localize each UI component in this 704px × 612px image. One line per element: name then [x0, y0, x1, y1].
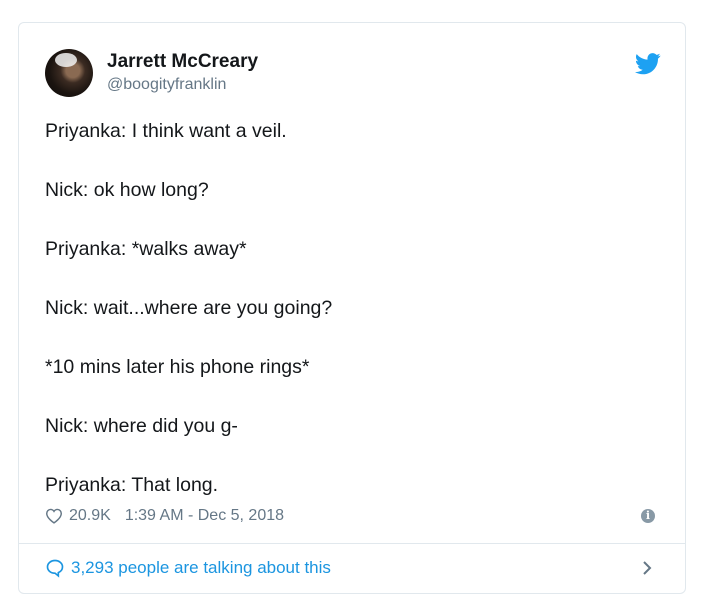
tweet-line: Nick: ok how long? — [45, 179, 209, 201]
chevron-right-icon[interactable] — [641, 559, 653, 577]
user-handle[interactable]: @boogityfranklin — [107, 75, 258, 95]
info-icon[interactable]: i — [641, 509, 655, 523]
tweet-line: Nick: where did you g- — [45, 415, 238, 437]
display-name[interactable]: Jarrett McCreary — [107, 51, 258, 73]
tweet-line: Nick: wait...where are you going? — [45, 297, 333, 319]
conversation-link[interactable]: 3,293 people are talking about this — [45, 555, 659, 581]
tweet-line: Priyanka: I think want a veil. — [45, 120, 287, 142]
tweet-line: Priyanka: That long. — [45, 474, 219, 496]
tweet-text: Priyanka: I think want a veil. Nick: ok … — [45, 119, 655, 497]
conversation-count[interactable]: 3,293 people are talking about this — [71, 558, 331, 578]
tweet-header: Jarrett McCreary @boogityfranklin — [45, 49, 258, 97]
avatar[interactable] — [45, 49, 93, 97]
divider — [19, 543, 685, 544]
tweet-line: *10 mins later his phone rings* — [45, 356, 310, 378]
tweet-meta: 20.9K 1:39 AM - Dec 5, 2018 — [45, 507, 284, 525]
speech-bubble-icon — [46, 559, 64, 578]
author-names: Jarrett McCreary @boogityfranklin — [107, 51, 258, 95]
tweet-line: Priyanka: *walks away* — [45, 238, 247, 260]
heart-icon[interactable] — [45, 508, 63, 524]
tweet-card: Jarrett McCreary @boogityfranklin Priyan… — [18, 22, 686, 594]
like-count[interactable]: 20.9K — [69, 507, 111, 525]
timestamp[interactable]: 1:39 AM - Dec 5, 2018 — [125, 507, 284, 525]
twitter-bird-icon[interactable] — [635, 53, 661, 75]
